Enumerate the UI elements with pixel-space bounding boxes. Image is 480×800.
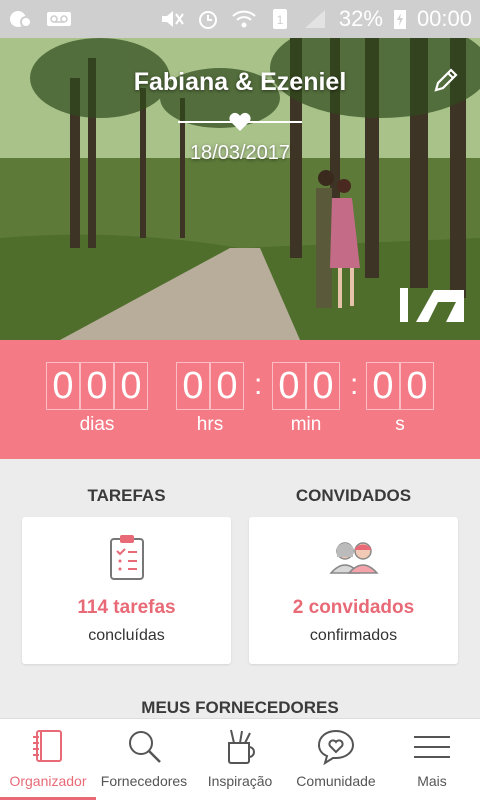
minutes-label: min bbox=[290, 414, 322, 435]
sim-icon: 1 bbox=[272, 9, 287, 29]
countdown-digit: 0 bbox=[46, 362, 80, 410]
mute-icon bbox=[161, 11, 184, 27]
nav-label: Mais bbox=[417, 773, 447, 789]
colon-separator: : bbox=[350, 368, 359, 401]
edit-pencil-icon[interactable] bbox=[432, 66, 460, 94]
seconds-digits: 0 0 bbox=[366, 362, 434, 410]
battery-icon bbox=[393, 10, 406, 29]
couple-photo-header: Fabiana & Ezeniel 18/03/2017 bbox=[0, 38, 480, 340]
countdown-digit: 0 bbox=[306, 362, 340, 410]
notebook-icon bbox=[33, 730, 62, 762]
countdown-digit: 0 bbox=[400, 362, 434, 410]
suppliers-title: MEUS FORNECEDORES bbox=[141, 698, 339, 717]
countdown-digit: 0 bbox=[366, 362, 400, 410]
hours-digits: 0 0 bbox=[176, 362, 244, 410]
colon-separator: : bbox=[254, 368, 263, 401]
wedding-countdown: 0 0 0 0 0 : 0 0 : 0 0 dias hrs min s bbox=[0, 340, 480, 459]
days-label: dias bbox=[79, 414, 115, 435]
tasks-card[interactable]: 114 tarefas concluídas bbox=[22, 517, 231, 664]
battery-percent: 32% bbox=[338, 6, 383, 31]
guests-card[interactable]: 2 convidados confirmados bbox=[249, 517, 458, 664]
heart-divider-icon bbox=[178, 112, 302, 131]
nav-mais[interactable]: Mais bbox=[384, 719, 480, 800]
nav-organizador[interactable]: Organizador bbox=[0, 719, 96, 800]
brush-cup-icon bbox=[228, 729, 255, 764]
wifi-icon bbox=[232, 10, 256, 28]
bottom-navigation: Organizador Fornecedores Inspiração Comu… bbox=[0, 718, 480, 800]
svg-text:1: 1 bbox=[277, 13, 284, 27]
guests-icon bbox=[329, 542, 379, 574]
nav-label: Fornecedores bbox=[100, 773, 188, 789]
couple-names: Fabiana & Ezeniel bbox=[133, 68, 347, 96]
countdown-digit: 0 bbox=[210, 362, 244, 410]
chat-bubble-icon bbox=[10, 11, 32, 28]
clipboard-checklist-icon bbox=[110, 535, 144, 580]
tasks-count: 114 tarefas bbox=[77, 597, 176, 618]
status-bar: 1 32% 00:00 bbox=[0, 0, 480, 38]
nav-label: Organizador bbox=[9, 773, 87, 789]
alarm-icon bbox=[198, 11, 217, 29]
nav-inspiracao[interactable]: Inspiração bbox=[192, 719, 288, 800]
heart-chat-icon bbox=[317, 729, 355, 766]
minutes-digits: 0 0 bbox=[272, 362, 340, 410]
countdown-digit: 0 bbox=[176, 362, 210, 410]
nav-label: Comunidade bbox=[296, 773, 376, 789]
tasks-title: TAREFAS bbox=[87, 486, 166, 505]
nav-fornecedores[interactable]: Fornecedores bbox=[96, 719, 192, 800]
photographer-logo bbox=[400, 288, 464, 322]
days-digits: 0 0 0 bbox=[46, 362, 148, 410]
voicemail-icon bbox=[47, 12, 71, 26]
search-icon bbox=[129, 731, 161, 763]
countdown-digit: 0 bbox=[80, 362, 114, 410]
wedding-date: 18/03/2017 bbox=[189, 142, 291, 164]
guests-count: 2 convidados bbox=[292, 597, 415, 618]
guests-title: CONVIDADOS bbox=[295, 486, 412, 505]
seconds-label: s bbox=[395, 414, 405, 435]
clock: 00:00 bbox=[416, 6, 472, 31]
nav-comunidade[interactable]: Comunidade bbox=[288, 719, 384, 800]
guests-subtitle: confirmados bbox=[309, 627, 398, 644]
countdown-digit: 0 bbox=[272, 362, 306, 410]
menu-icon bbox=[414, 736, 450, 758]
tasks-subtitle: concluídas bbox=[88, 627, 165, 644]
hours-label: hrs bbox=[196, 414, 224, 435]
countdown-digit: 0 bbox=[114, 362, 148, 410]
signal-icon bbox=[304, 10, 325, 28]
nav-label: Inspiração bbox=[207, 773, 273, 789]
